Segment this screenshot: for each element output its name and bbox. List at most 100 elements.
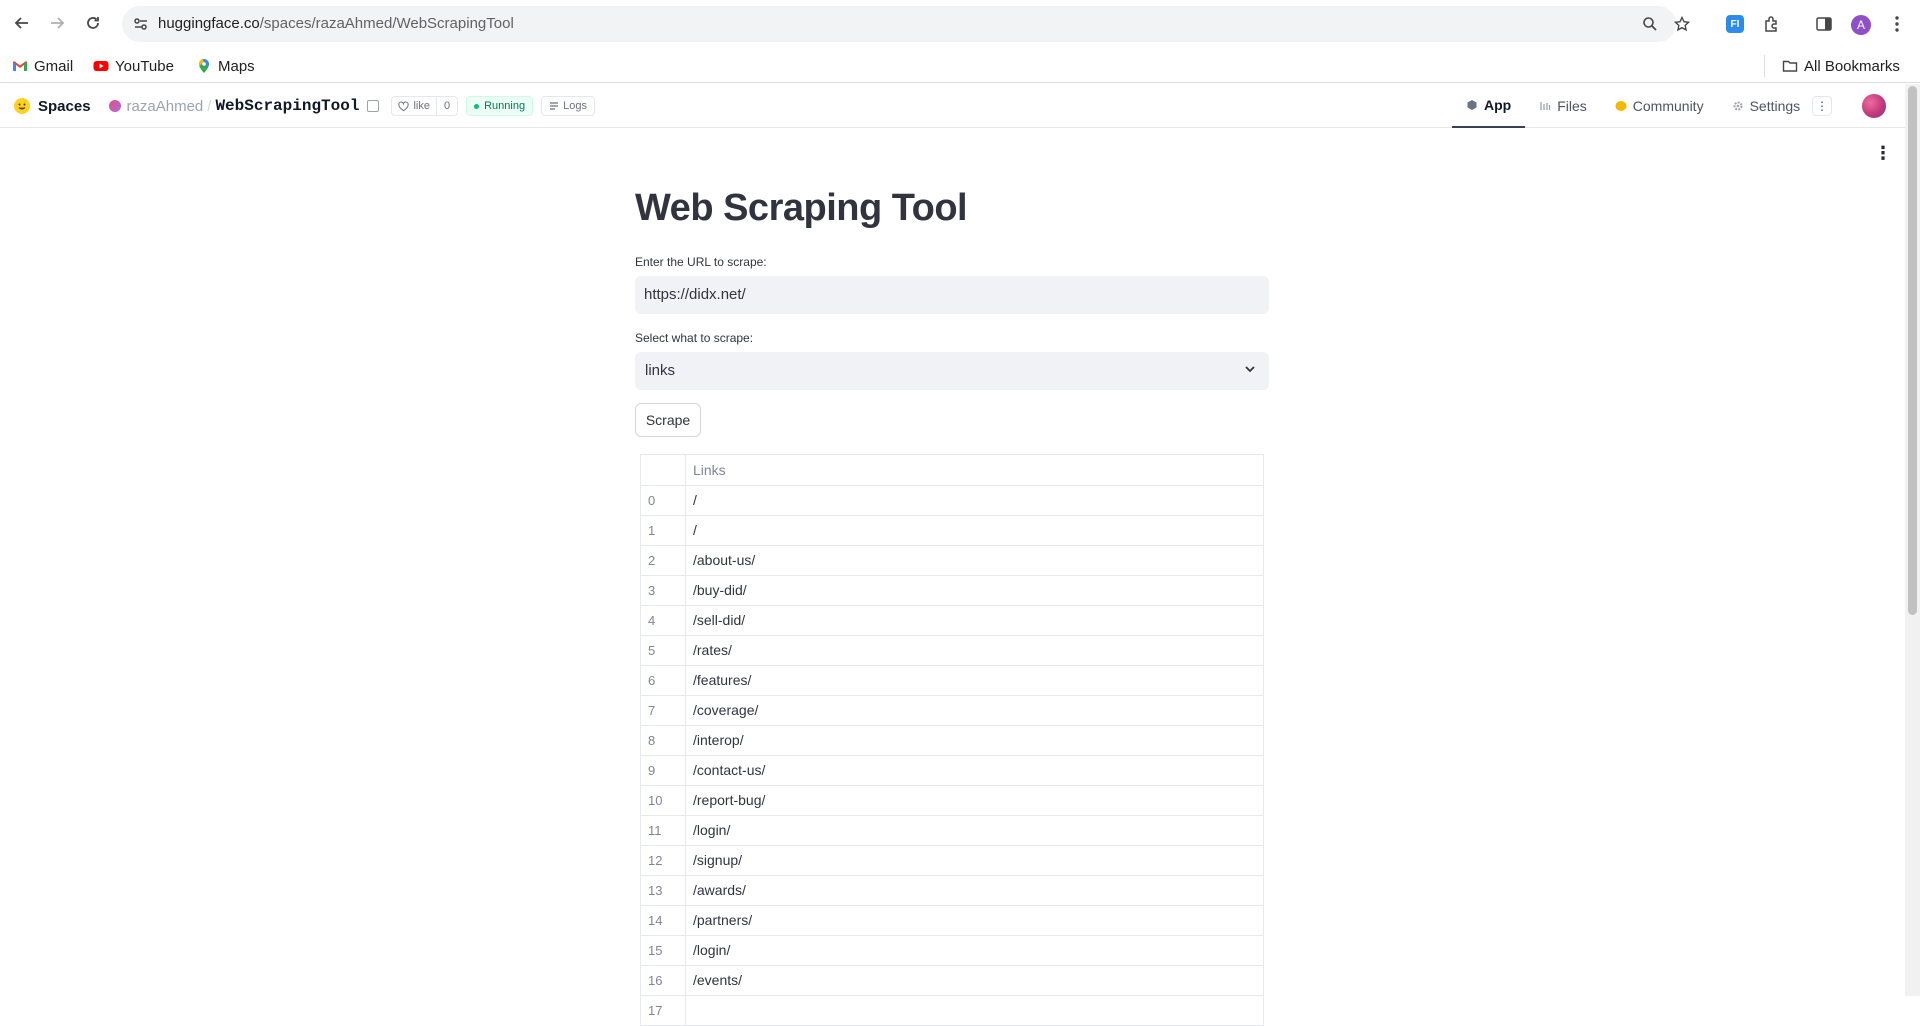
all-bookmarks[interactable]: All Bookmarks xyxy=(1782,55,1900,77)
logs-label: Logs xyxy=(563,100,587,112)
address-bar[interactable]: huggingface.co/spaces/razaAhmed/WebScrap… xyxy=(122,6,1690,42)
link-cell[interactable]: /sell-did/ xyxy=(686,606,1263,635)
bookmarks-divider xyxy=(1764,55,1765,77)
link-cell[interactable]: /buy-did/ xyxy=(686,576,1263,605)
table-row[interactable]: 16/events/ xyxy=(641,966,1263,996)
profile-avatar[interactable]: A xyxy=(1851,15,1871,35)
link-cell[interactable]: /contact-us/ xyxy=(686,756,1263,785)
page-scrollbar[interactable] xyxy=(1905,84,1920,996)
logs-icon xyxy=(550,102,559,110)
app-frame: ⋮ Web Scraping Tool Enter the URL to scr… xyxy=(0,129,1905,1026)
repo-name-link[interactable]: WebScrapingTool xyxy=(215,97,359,115)
site-info-icon[interactable] xyxy=(132,15,150,33)
copy-icon[interactable] xyxy=(367,100,380,112)
table-row[interactable]: 8/interop/ xyxy=(641,726,1263,756)
forward-arrow-icon[interactable] xyxy=(46,12,68,34)
link-cell[interactable]: /coverage/ xyxy=(686,696,1263,725)
tab-label: Community xyxy=(1632,98,1704,114)
bookmarks-bar: Gmail YouTube Maps All Bookmarks xyxy=(0,49,1920,83)
link-cell[interactable]: / xyxy=(686,516,1263,545)
status-badge[interactable]: Running xyxy=(466,96,534,116)
url-text[interactable]: huggingface.co/spaces/razaAhmed/WebScrap… xyxy=(158,15,514,32)
side-panel-icon[interactable] xyxy=(1813,13,1835,35)
row-index: 4 xyxy=(641,606,686,635)
tab-community[interactable]: Community xyxy=(1601,84,1718,128)
url-input[interactable]: https://didx.net/ xyxy=(635,276,1269,314)
logs-button[interactable]: Logs xyxy=(541,96,595,116)
row-index: 12 xyxy=(641,846,686,875)
extension-fi-icon[interactable]: FI xyxy=(1724,13,1746,35)
links-table[interactable]: Links 0/1/2/about-us/3/buy-did/4/sell-di… xyxy=(640,454,1264,1026)
table-header-row: Links xyxy=(641,455,1263,486)
table-row[interactable]: 9/contact-us/ xyxy=(641,756,1263,786)
table-row[interactable]: 5/rates/ xyxy=(641,636,1263,666)
reload-icon[interactable] xyxy=(82,12,104,34)
user-avatar[interactable] xyxy=(1862,94,1886,118)
link-cell[interactable]: /interop/ xyxy=(686,726,1263,755)
row-index: 9 xyxy=(641,756,686,785)
tab-label: Files xyxy=(1557,98,1587,114)
tab-settings[interactable]: Settings xyxy=(1718,84,1815,128)
bookmark-youtube[interactable]: YouTube xyxy=(93,55,174,77)
browser-menu-icon[interactable] xyxy=(1886,13,1908,35)
row-index: 1 xyxy=(641,516,686,545)
space-menu-icon[interactable]: ⋮ xyxy=(1812,96,1832,116)
link-cell[interactable]: /awards/ xyxy=(686,876,1263,905)
app-icon xyxy=(1467,100,1477,110)
link-cell[interactable]: /login/ xyxy=(686,816,1263,845)
app-menu-icon[interactable]: ⋮ xyxy=(1874,143,1892,164)
select-value: links xyxy=(645,362,676,379)
table-row[interactable]: 0/ xyxy=(641,486,1263,516)
table-row[interactable]: 14/partners/ xyxy=(641,906,1263,936)
table-row[interactable]: 3/buy-did/ xyxy=(641,576,1263,606)
extensions-puzzle-icon[interactable] xyxy=(1761,13,1783,35)
hugging-face-logo-icon[interactable] xyxy=(14,98,30,114)
row-index: 3 xyxy=(641,576,686,605)
link-cell[interactable]: /signup/ xyxy=(686,846,1263,875)
link-cell[interactable]: /rates/ xyxy=(686,636,1263,665)
all-bookmarks-label: All Bookmarks xyxy=(1804,57,1900,75)
tab-app[interactable]: App xyxy=(1452,84,1526,128)
row-index: 14 xyxy=(641,906,686,935)
zoom-icon[interactable] xyxy=(1640,14,1660,34)
link-cell[interactable]: /events/ xyxy=(686,966,1263,995)
column-header[interactable]: Links xyxy=(686,455,1263,485)
table-row[interactable]: 4/sell-did/ xyxy=(641,606,1263,636)
bookmark-gmail[interactable]: Gmail xyxy=(12,55,73,77)
table-row[interactable]: 7/coverage/ xyxy=(641,696,1263,726)
link-cell[interactable]: /partners/ xyxy=(686,906,1263,935)
table-row[interactable]: 2/about-us/ xyxy=(641,546,1263,576)
maps-icon xyxy=(198,59,209,73)
table-row[interactable]: 6/features/ xyxy=(641,666,1263,696)
link-cell[interactable] xyxy=(686,996,1263,1025)
table-row[interactable]: 15/login/ xyxy=(641,936,1263,966)
owner-link[interactable]: razaAhmed xyxy=(127,98,204,115)
scrape-type-select[interactable]: links xyxy=(635,352,1269,390)
select-field-label: Select what to scrape: xyxy=(635,331,754,345)
table-row[interactable]: 13/awards/ xyxy=(641,876,1263,906)
row-index: 6 xyxy=(641,666,686,695)
link-cell[interactable]: /about-us/ xyxy=(686,546,1263,575)
page-title: Web Scraping Tool xyxy=(635,187,968,229)
table-row[interactable]: 12/signup/ xyxy=(641,846,1263,876)
table-row[interactable]: 11/login/ xyxy=(641,816,1263,846)
status-label: Running xyxy=(484,100,526,112)
link-cell[interactable]: /report-bug/ xyxy=(686,786,1263,815)
bookmark-maps[interactable]: Maps xyxy=(196,55,255,77)
link-cell[interactable]: /features/ xyxy=(686,666,1263,695)
bookmark-label: Gmail xyxy=(34,57,74,75)
link-cell[interactable]: / xyxy=(686,486,1263,515)
spaces-link[interactable]: Spaces xyxy=(38,98,91,115)
scrollbar-thumb[interactable] xyxy=(1908,86,1917,615)
like-button[interactable]: like 0 xyxy=(391,96,459,116)
tab-label: App xyxy=(1484,97,1512,113)
scrape-button[interactable]: Scrape xyxy=(635,403,701,437)
link-cell[interactable]: /login/ xyxy=(686,936,1263,965)
table-row[interactable]: 1/ xyxy=(641,516,1263,546)
table-row[interactable]: 17 xyxy=(641,996,1263,1026)
table-row[interactable]: 10/report-bug/ xyxy=(641,786,1263,816)
tab-files[interactable]: Files xyxy=(1525,84,1601,128)
row-index: 5 xyxy=(641,636,686,665)
bookmark-star-icon[interactable] xyxy=(1672,14,1692,34)
back-arrow-icon[interactable] xyxy=(11,12,33,34)
